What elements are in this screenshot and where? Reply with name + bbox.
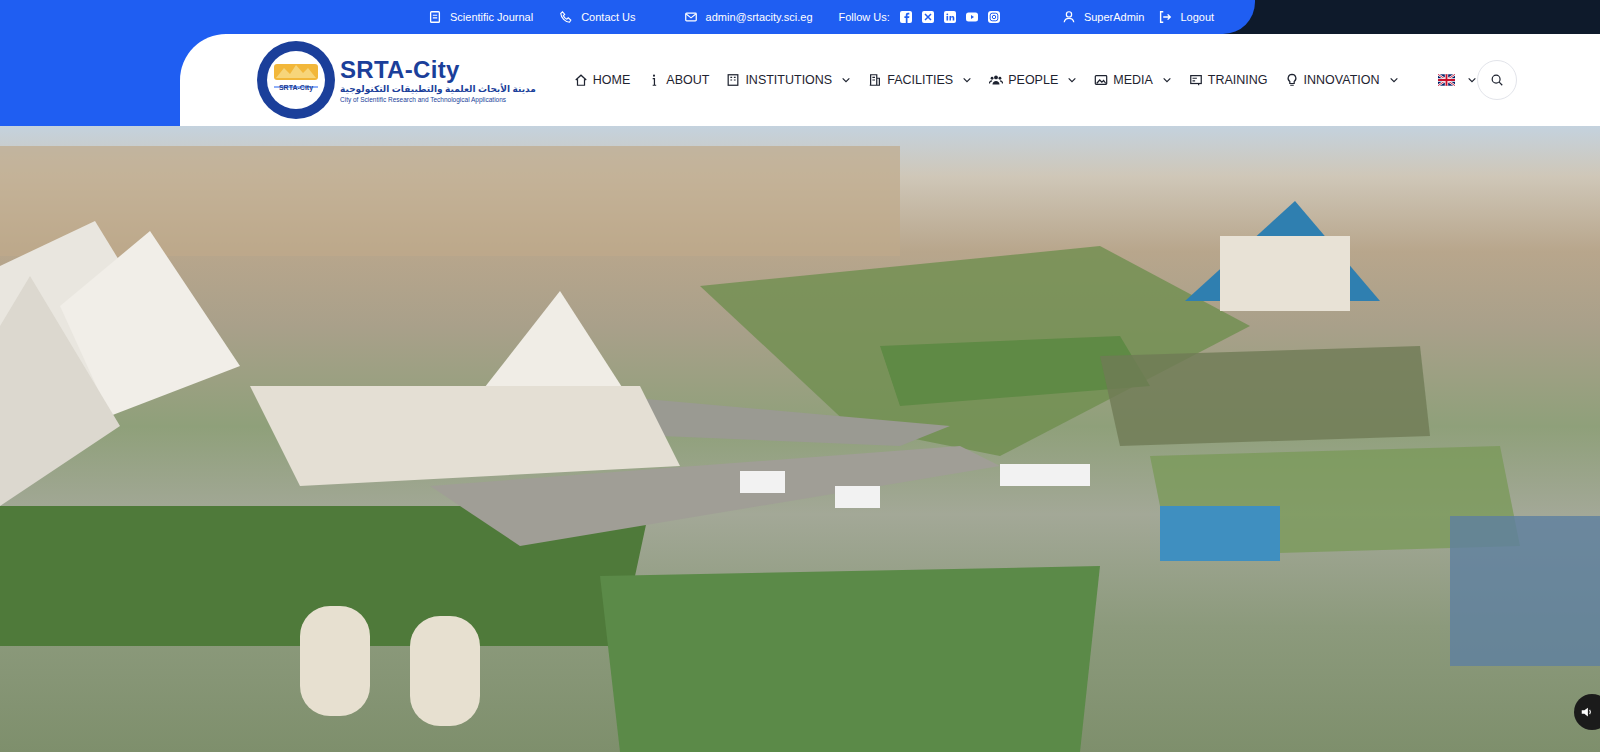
site-logo[interactable]: SRTA-CitySRTA-Cityمدينة الأبحاث العلمية … [256,40,536,120]
user-icon [1062,10,1076,24]
institution-icon [726,73,740,87]
linkedin-icon[interactable] [944,11,956,23]
instagram-icon[interactable] [988,11,1000,23]
nav-item[interactable]: INNOVATION [1285,73,1399,87]
youtube-icon[interactable] [966,11,978,23]
top-link[interactable]: Contact Us [559,10,635,24]
nav-item[interactable]: INSTITUTIONS [726,73,851,87]
header-band: SRTA-CitySRTA-Cityمدينة الأبحاث العلمية … [0,34,1600,126]
hero-video[interactable] [0,126,1600,752]
logo-emblem: SRTA-City [256,40,336,120]
top-link[interactable]: admin@srtacity.sci.eg [684,10,813,24]
language-selector[interactable] [1438,74,1477,86]
nav-item[interactable]: TRAINING [1189,73,1268,87]
chevron-down-icon [1389,75,1399,85]
main-header: SRTA-CitySRTA-Cityمدينة الأبحاث العلمية … [180,34,1600,126]
x-icon[interactable] [922,11,934,23]
nav-item[interactable]: FACILITIES [868,73,972,87]
main-nav: HOME ABOUT INSTITUTIONS FACILITIES PEOPLE MED… [574,73,1477,87]
journal-icon [428,10,442,24]
chevron-down-icon [1467,75,1477,85]
search-icon [1490,73,1504,87]
envelope-icon [684,10,698,24]
user-link[interactable]: SuperAdmin [1062,10,1145,24]
phone-icon [559,10,573,24]
nav-item[interactable]: ABOUT [647,73,709,87]
emblem-icon [256,40,336,120]
logout-link[interactable]: Logout [1158,10,1214,24]
top-strip: Scientific Journal Contact Us admin@srtaci… [0,0,1600,34]
top-bar: Scientific Journal Contact Us admin@srtaci… [0,0,1255,34]
top-link[interactable]: Scientific Journal [428,10,533,24]
speaker-icon [1580,705,1594,719]
uk-flag-icon [1438,74,1455,86]
search-button[interactable] [1477,60,1517,100]
facebook-icon[interactable] [900,11,912,23]
home-icon [574,73,588,87]
nav-item[interactable]: HOME [574,73,631,87]
nav-item[interactable]: MEDIA [1094,73,1172,87]
nav-item[interactable]: PEOPLE [989,73,1077,87]
mute-button[interactable] [1574,694,1600,730]
campus-photo [0,126,1600,752]
image-icon [1094,73,1108,87]
chevron-down-icon [841,75,851,85]
building-icon [868,73,882,87]
training-icon [1189,73,1203,87]
chevron-down-icon [1067,75,1077,85]
info-icon [647,73,661,87]
lightbulb-icon [1285,73,1299,87]
people-icon [989,73,1003,87]
chevron-down-icon [1162,75,1172,85]
logout-icon [1158,10,1172,24]
chevron-down-icon [962,75,972,85]
social-links: Follow Us: [839,11,1000,23]
